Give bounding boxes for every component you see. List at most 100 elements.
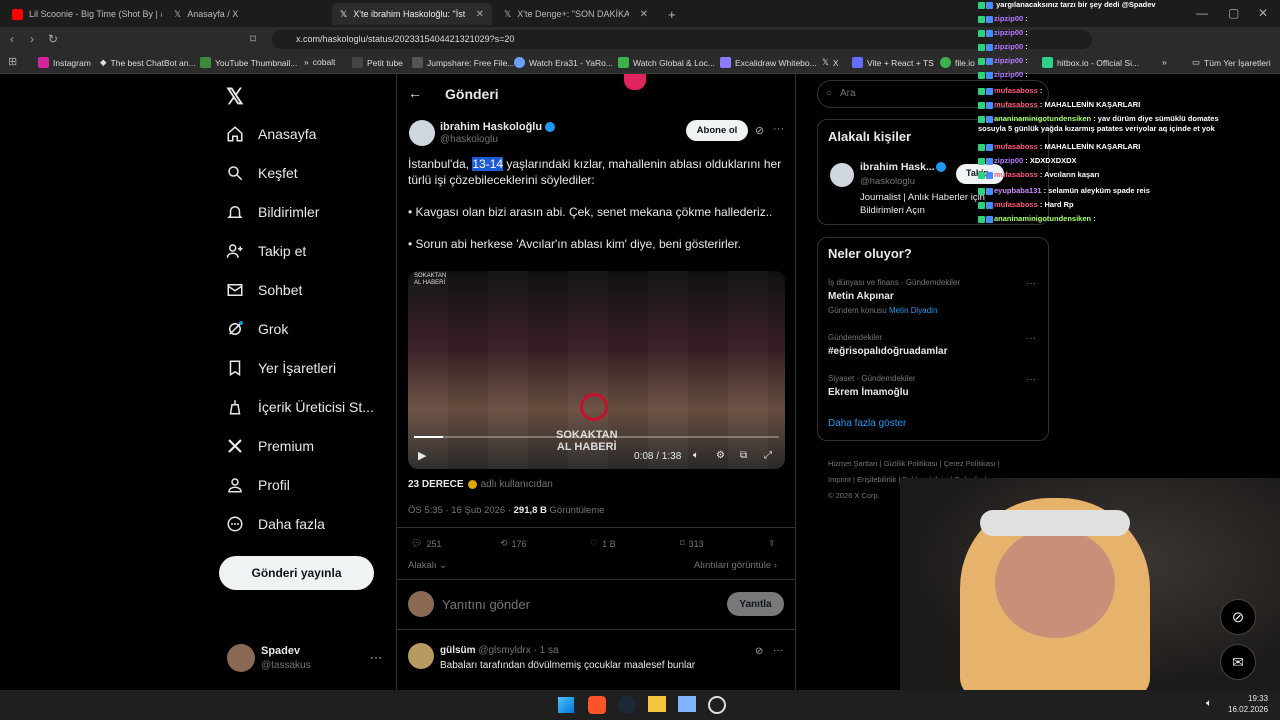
nav-grok[interactable]: Grok	[226, 320, 288, 338]
footer-link[interactable]: Erişilebilirlik	[857, 475, 896, 484]
trend-item[interactable]: İş dünyası ve finans · Gündemdekiler Meti…	[828, 278, 960, 315]
settings-gear-icon[interactable]: ⚙︎	[716, 450, 725, 461]
bookmark-youtube-thumbnail[interactable]: YouTube Thumbnail...	[200, 57, 297, 68]
chat-username[interactable]: mufasaboss	[994, 142, 1038, 151]
related-name[interactable]: ibrahim Hask...	[860, 161, 935, 173]
reply-avatar[interactable]	[408, 643, 434, 669]
bookmark-chatbot[interactable]: ◆ The best ChatBot an...	[100, 57, 196, 68]
close-window-icon[interactable]: ✕	[1258, 6, 1268, 20]
system-clock[interactable]: 19:33 16.02.2026	[1228, 693, 1268, 715]
author-name[interactable]: ibrahim Haskoloğlu	[440, 121, 556, 133]
author-avatar[interactable]	[409, 120, 435, 146]
nav-creator-studio[interactable]: İçerik Üreticisi St...	[226, 398, 374, 416]
tab-youtube[interactable]: Lil Scoonie - Big Time (Shot By | @ey	[4, 3, 162, 25]
more-bookmarks-icon[interactable]: »	[1162, 57, 1167, 67]
url-field[interactable]: x.com/haskologlu/status/2023315404421321…	[272, 30, 1092, 49]
nav-premium[interactable]: Premium	[226, 437, 314, 455]
grok-icon[interactable]: ⊘	[755, 646, 763, 657]
trend-more-icon[interactable]: ···	[1026, 374, 1036, 385]
grok-icon[interactable]: ⊘	[755, 124, 764, 137]
bookmark-x[interactable]: 𝕏X	[822, 57, 839, 68]
bookmark-era31[interactable]: Watch Era31 - YaRo...	[514, 57, 613, 68]
chat-username[interactable]: zipzip00	[994, 70, 1023, 79]
obs-icon[interactable]	[708, 696, 726, 714]
more-icon[interactable]: ···	[773, 645, 783, 656]
trend-item[interactable]: Gündemdekiler #eğrisopalıdoğruadamlar	[828, 333, 947, 357]
nav-bookmarks[interactable]: Yer İşaretleri	[226, 359, 336, 377]
chat-username[interactable]: zipzip00	[994, 56, 1023, 65]
bookmark-fileio[interactable]: file.io	[940, 57, 975, 68]
messages-icon[interactable]: ✉	[1220, 644, 1256, 680]
trend-topic-link[interactable]: Metin Diyadin	[889, 306, 937, 315]
play-icon[interactable]: ▶	[418, 449, 426, 462]
tab-x-denge[interactable]: 𝕏X'te Denge+: "SON DAKİKA: Gözalt✕	[496, 3, 656, 25]
nav-explore[interactable]: Keşfet	[226, 164, 298, 182]
folder-icon[interactable]	[648, 696, 666, 712]
bookmark-cobalt[interactable]: » cobalt	[304, 57, 335, 67]
forward-icon[interactable]: ›	[30, 32, 34, 46]
nav-notifications[interactable]: Bildirimler	[226, 203, 319, 221]
grok-icon[interactable]: ⊘	[1220, 599, 1256, 635]
video-progress-track[interactable]	[414, 436, 779, 438]
chat-username[interactable]: eyupbaba131	[994, 186, 1042, 195]
reply-action[interactable]: 💬︎ 251	[411, 538, 441, 549]
bookmark-excalidraw[interactable]: Excalidraw Whitebo...	[720, 57, 817, 68]
bookmark-global[interactable]: Watch Global & Loc...	[618, 57, 715, 68]
speaker-icon[interactable]: 🔈︎	[1206, 698, 1212, 709]
bookmark-jumpshare[interactable]: Jumpshare: Free File...	[412, 57, 514, 68]
apps-grid-icon[interactable]: ⊞	[8, 55, 17, 68]
reply-button[interactable]: Yanıtla	[727, 592, 784, 616]
view-quotes-link[interactable]: Alıntıları görüntüle ›	[694, 560, 777, 571]
chat-username[interactable]: zipzip00	[994, 42, 1023, 51]
footer-link[interactable]: Imprint	[828, 475, 851, 484]
chat-username[interactable]: mufasaboss	[994, 200, 1038, 209]
share-icon[interactable]: ⇪	[768, 538, 776, 549]
maximize-icon[interactable]: ▢	[1228, 6, 1239, 20]
footer-link[interactable]: Gizlilik Politikası	[884, 459, 938, 468]
avatar[interactable]	[227, 644, 255, 672]
source-account-link[interactable]: 23 DERECE	[408, 479, 464, 490]
sort-relevant[interactable]: Alakalı ⌄	[408, 560, 447, 571]
related-avatar[interactable]	[830, 163, 854, 187]
close-tab-icon[interactable]: ✕	[640, 9, 648, 20]
chat-username[interactable]: mufasaboss	[994, 86, 1038, 95]
reply-author[interactable]: gülsüm	[440, 645, 476, 656]
minimize-icon[interactable]: —	[1196, 6, 1208, 20]
bookmark-instagram[interactable]: Instagram	[38, 57, 91, 68]
bookmark-page-icon[interactable]: ⌑	[250, 32, 256, 46]
chat-username[interactable]: zipzip00	[994, 156, 1023, 165]
chat-username[interactable]: ananinaminigotundensiken	[994, 214, 1091, 223]
trend-more-icon[interactable]: ···	[1026, 278, 1036, 289]
bookmark-petit-tube[interactable]: Petit tube	[352, 57, 403, 68]
nav-home[interactable]: Anasayfa	[226, 125, 316, 143]
more-icon[interactable]: ···	[773, 123, 784, 135]
reply-input[interactable]: Yanıtını gönder	[442, 597, 530, 612]
video-player[interactable]: SOKAKTAN AL HABERİ SOKAKTAN AL HABERİ ▶ 0:…	[408, 271, 785, 469]
show-more-link[interactable]: Daha fazla göster	[828, 418, 906, 429]
bookmark-hitbox[interactable]: hitbox.io - Official Si...	[1042, 57, 1139, 68]
windows-start-icon[interactable]	[558, 697, 574, 713]
retweet-action[interactable]: ⟲ 176	[500, 538, 527, 549]
nav-chat[interactable]: Sohbet	[226, 281, 302, 299]
steam-icon[interactable]	[618, 696, 636, 714]
popout-icon[interactable]: ⧉	[740, 450, 747, 461]
nav-more[interactable]: Daha fazla	[226, 515, 325, 533]
like-action[interactable]: ♡ 1 B	[590, 538, 616, 549]
chat-username[interactable]: zipzip00	[994, 14, 1023, 23]
back-arrow-icon[interactable]: ←	[408, 85, 422, 101]
post-button[interactable]: Gönderi yayınla	[219, 556, 374, 590]
all-bookmarks[interactable]: ▭ Tüm Yer İşaretleri	[1192, 57, 1271, 68]
tab-x-post[interactable]: 𝕏X'te ibrahim Haskoloğlu: "İstanb✕	[332, 3, 492, 25]
bookmark-action[interactable]: ⌑ 313	[680, 538, 704, 549]
new-tab-button[interactable]: +	[660, 3, 680, 25]
volume-icon[interactable]: 🔈︎	[693, 450, 699, 461]
chat-username[interactable]: ananinaminigotundensiken	[994, 114, 1091, 123]
account-menu-icon[interactable]: ···	[370, 650, 382, 664]
x-logo-icon[interactable]: 𝕏	[226, 84, 244, 110]
footer-link[interactable]: Hizmet Şartları	[828, 459, 878, 468]
trend-item[interactable]: Siyaset · Gündemdekiler Ekrem İmamoğlu	[828, 374, 916, 398]
bookmark-vite[interactable]: Vite + React + TS	[852, 57, 934, 68]
nav-follow[interactable]: Takip et	[226, 242, 306, 260]
chat-username[interactable]: mufasaboss	[994, 170, 1038, 179]
fullscreen-icon[interactable]: ⤢	[764, 450, 772, 461]
